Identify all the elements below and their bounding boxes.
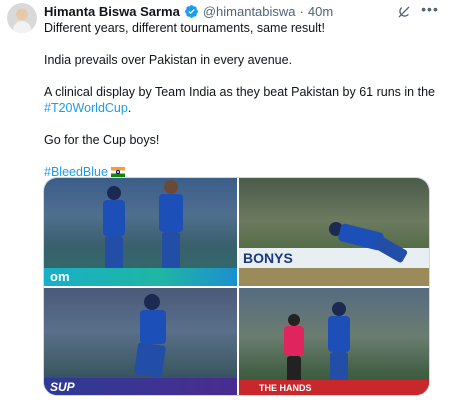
tweet-text: Different years, different tournaments, … <box>44 20 444 180</box>
photo-banner: om <box>44 268 237 286</box>
player-figure <box>321 220 411 270</box>
author-name[interactable]: Himanta Biswa Sarma <box>44 4 180 19</box>
period: . <box>127 101 132 115</box>
photo-1[interactable]: om <box>44 178 237 286</box>
india-flag-emoji <box>110 167 125 177</box>
photo-2[interactable]: BONYS <box>239 178 429 286</box>
photo-3[interactable]: SUP <box>44 288 237 395</box>
separator-dot: · <box>299 4 304 19</box>
umpire-figure <box>281 314 307 388</box>
text-line-4: #T20WorldCup. <box>44 100 444 116</box>
player-figure <box>154 180 188 280</box>
tweet[interactable]: Himanta Biswa Sarma @himantabiswa · 40m … <box>0 0 463 400</box>
media-grid: om BONYS SUP THE HANDS <box>43 177 430 396</box>
verified-badge-icon <box>184 5 198 18</box>
text-line-2: India prevails over Pakistan in every av… <box>44 53 293 67</box>
text-line-1: Different years, different tournaments, … <box>44 21 325 35</box>
grok-icon[interactable] <box>396 4 412 20</box>
player-figure <box>323 292 355 388</box>
text-line-5: Go for the Cup boys! <box>44 133 160 147</box>
text-line-3: A clinical display by Team India as they… <box>44 85 435 99</box>
author-handle[interactable]: @himantabiswa <box>203 4 296 19</box>
timestamp[interactable]: 40m <box>308 4 333 19</box>
avatar[interactable] <box>7 3 37 33</box>
photo-4[interactable]: THE HANDS <box>239 288 429 395</box>
avatar-figure <box>13 21 31 33</box>
tweet-header: Himanta Biswa Sarma @himantabiswa · 40m <box>44 4 423 19</box>
player-figure <box>132 294 172 378</box>
pitch <box>239 268 429 286</box>
hashtag-t20worldcup[interactable]: #T20WorldCup <box>44 101 128 115</box>
more-options-icon[interactable]: ••• <box>420 2 440 19</box>
player-figure <box>99 186 129 278</box>
photo-banner: THE HANDS <box>239 380 429 395</box>
photo-banner: SUP <box>44 378 237 395</box>
